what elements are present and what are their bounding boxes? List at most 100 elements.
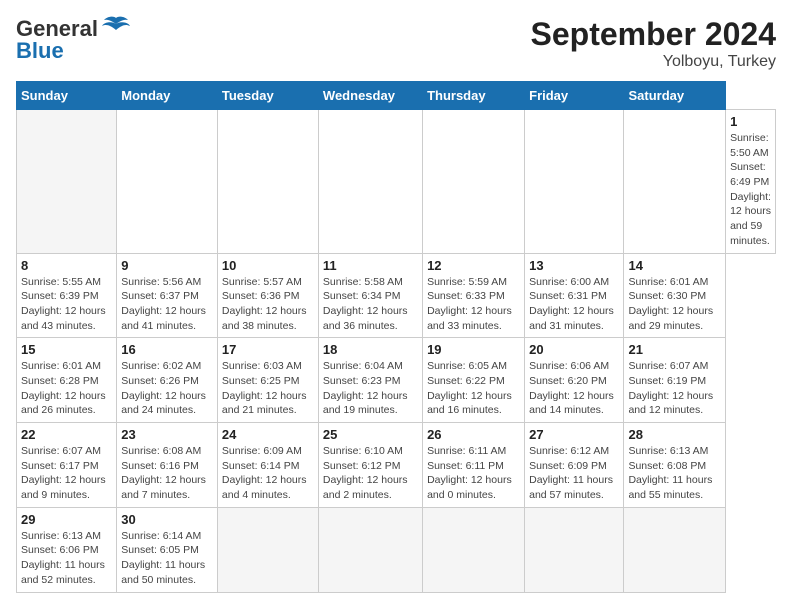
- location-title: Yolboyu, Turkey: [531, 53, 776, 71]
- day-number: 8: [21, 258, 112, 273]
- weekday-header: Saturday: [624, 82, 726, 110]
- day-info: Sunrise: 5:58 AMSunset: 6:34 PMDaylight:…: [323, 275, 418, 334]
- calendar-table: SundayMondayTuesdayWednesdayThursdayFrid…: [16, 81, 776, 593]
- calendar-day-cell: [624, 110, 726, 254]
- day-number: 25: [323, 427, 418, 442]
- empty-cell: [423, 507, 525, 592]
- day-number: 29: [21, 512, 112, 527]
- day-number: 22: [21, 427, 112, 442]
- day-info: Sunrise: 6:13 AMSunset: 6:06 PMDaylight:…: [21, 529, 112, 588]
- calendar-day-cell: 23 Sunrise: 6:08 AMSunset: 6:16 PMDayligh…: [117, 423, 218, 508]
- empty-cell: [525, 507, 624, 592]
- calendar-day-cell: 14 Sunrise: 6:01 AMSunset: 6:30 PMDayligh…: [624, 253, 726, 338]
- calendar-day-cell: 28 Sunrise: 6:13 AMSunset: 6:08 PMDayligh…: [624, 423, 726, 508]
- calendar-day-cell: 1 Sunrise: 5:50 AMSunset: 6:49 PMDaylight…: [726, 110, 776, 254]
- page-header: General Blue September 2024 Yolboyu, Tur…: [16, 16, 776, 71]
- calendar-day-cell: 15 Sunrise: 6:01 AMSunset: 6:28 PMDayligh…: [17, 338, 117, 423]
- day-info: Sunrise: 6:08 AMSunset: 6:16 PMDaylight:…: [121, 444, 213, 503]
- calendar-week-row: 15 Sunrise: 6:01 AMSunset: 6:28 PMDayligh…: [17, 338, 776, 423]
- day-info: Sunrise: 6:03 AMSunset: 6:25 PMDaylight:…: [222, 359, 314, 418]
- calendar-day-cell: 11 Sunrise: 5:58 AMSunset: 6:34 PMDayligh…: [318, 253, 422, 338]
- month-title: September 2024: [531, 16, 776, 53]
- empty-cell: [217, 507, 318, 592]
- day-info: Sunrise: 6:05 AMSunset: 6:22 PMDaylight:…: [427, 359, 520, 418]
- day-number: 24: [222, 427, 314, 442]
- day-info: Sunrise: 5:56 AMSunset: 6:37 PMDaylight:…: [121, 275, 213, 334]
- day-info: Sunrise: 5:57 AMSunset: 6:36 PMDaylight:…: [222, 275, 314, 334]
- day-info: Sunrise: 6:13 AMSunset: 6:08 PMDaylight:…: [628, 444, 721, 503]
- logo-bird-icon: [102, 16, 130, 34]
- calendar-day-cell: [217, 110, 318, 254]
- calendar-day-cell: 13 Sunrise: 6:00 AMSunset: 6:31 PMDayligh…: [525, 253, 624, 338]
- day-number: 1: [730, 114, 771, 129]
- logo: General Blue: [16, 16, 130, 64]
- empty-cell: [17, 110, 117, 254]
- calendar-day-cell: [318, 110, 422, 254]
- weekday-header: Monday: [117, 82, 218, 110]
- calendar-day-cell: 27 Sunrise: 6:12 AMSunset: 6:09 PMDayligh…: [525, 423, 624, 508]
- calendar-week-row: 1 Sunrise: 5:50 AMSunset: 6:49 PMDaylight…: [17, 110, 776, 254]
- day-info: Sunrise: 6:04 AMSunset: 6:23 PMDaylight:…: [323, 359, 418, 418]
- day-number: 17: [222, 342, 314, 357]
- calendar-day-cell: 10 Sunrise: 5:57 AMSunset: 6:36 PMDayligh…: [217, 253, 318, 338]
- logo-text: General Blue: [16, 16, 130, 64]
- calendar-day-cell: 8 Sunrise: 5:55 AMSunset: 6:39 PMDaylight…: [17, 253, 117, 338]
- day-info: Sunrise: 6:14 AMSunset: 6:05 PMDaylight:…: [121, 529, 213, 588]
- day-info: Sunrise: 6:07 AMSunset: 6:19 PMDaylight:…: [628, 359, 721, 418]
- calendar-day-cell: [423, 110, 525, 254]
- calendar-day-cell: 16 Sunrise: 6:02 AMSunset: 6:26 PMDayligh…: [117, 338, 218, 423]
- title-area: September 2024 Yolboyu, Turkey: [531, 16, 776, 71]
- day-info: Sunrise: 6:10 AMSunset: 6:12 PMDaylight:…: [323, 444, 418, 503]
- day-info: Sunrise: 6:06 AMSunset: 6:20 PMDaylight:…: [529, 359, 619, 418]
- day-number: 14: [628, 258, 721, 273]
- empty-cell: [624, 507, 726, 592]
- day-number: 18: [323, 342, 418, 357]
- calendar-day-cell: 20 Sunrise: 6:06 AMSunset: 6:20 PMDayligh…: [525, 338, 624, 423]
- calendar-day-cell: [117, 110, 218, 254]
- calendar-day-cell: 9 Sunrise: 5:56 AMSunset: 6:37 PMDaylight…: [117, 253, 218, 338]
- day-number: 27: [529, 427, 619, 442]
- weekday-header-row: SundayMondayTuesdayWednesdayThursdayFrid…: [17, 82, 776, 110]
- day-number: 12: [427, 258, 520, 273]
- calendar-week-row: 29 Sunrise: 6:13 AMSunset: 6:06 PMDayligh…: [17, 507, 776, 592]
- calendar-day-cell: 26 Sunrise: 6:11 AMSunset: 6:11 PMDayligh…: [423, 423, 525, 508]
- day-number: 9: [121, 258, 213, 273]
- weekday-header: Tuesday: [217, 82, 318, 110]
- calendar-day-cell: 18 Sunrise: 6:04 AMSunset: 6:23 PMDayligh…: [318, 338, 422, 423]
- calendar-day-cell: 22 Sunrise: 6:07 AMSunset: 6:17 PMDayligh…: [17, 423, 117, 508]
- day-info: Sunrise: 6:09 AMSunset: 6:14 PMDaylight:…: [222, 444, 314, 503]
- day-info: Sunrise: 6:01 AMSunset: 6:28 PMDaylight:…: [21, 359, 112, 418]
- calendar-day-cell: 21 Sunrise: 6:07 AMSunset: 6:19 PMDayligh…: [624, 338, 726, 423]
- day-number: 15: [21, 342, 112, 357]
- day-number: 16: [121, 342, 213, 357]
- weekday-header: Wednesday: [318, 82, 422, 110]
- day-info: Sunrise: 6:07 AMSunset: 6:17 PMDaylight:…: [21, 444, 112, 503]
- day-number: 19: [427, 342, 520, 357]
- day-info: Sunrise: 6:02 AMSunset: 6:26 PMDaylight:…: [121, 359, 213, 418]
- calendar-day-cell: 30Sunrise: 6:14 AMSunset: 6:05 PMDayligh…: [117, 507, 218, 592]
- day-info: Sunrise: 6:11 AMSunset: 6:11 PMDaylight:…: [427, 444, 520, 503]
- calendar-week-row: 8 Sunrise: 5:55 AMSunset: 6:39 PMDaylight…: [17, 253, 776, 338]
- weekday-header: Friday: [525, 82, 624, 110]
- day-number: 21: [628, 342, 721, 357]
- day-number: 13: [529, 258, 619, 273]
- day-number: 11: [323, 258, 418, 273]
- day-number: 20: [529, 342, 619, 357]
- calendar-day-cell: 29 Sunrise: 6:13 AMSunset: 6:06 PMDayligh…: [17, 507, 117, 592]
- day-info: Sunrise: 6:12 AMSunset: 6:09 PMDaylight:…: [529, 444, 619, 503]
- day-number: 28: [628, 427, 721, 442]
- calendar-day-cell: [525, 110, 624, 254]
- day-info: Sunrise: 6:01 AMSunset: 6:30 PMDaylight:…: [628, 275, 721, 334]
- day-info: Sunrise: 5:50 AMSunset: 6:49 PMDaylight:…: [730, 131, 771, 249]
- day-number: 26: [427, 427, 520, 442]
- day-info: Sunrise: 5:55 AMSunset: 6:39 PMDaylight:…: [21, 275, 112, 334]
- weekday-header: Thursday: [423, 82, 525, 110]
- empty-cell: [318, 507, 422, 592]
- calendar-day-cell: 24 Sunrise: 6:09 AMSunset: 6:14 PMDayligh…: [217, 423, 318, 508]
- day-number: 23: [121, 427, 213, 442]
- day-info: Sunrise: 6:00 AMSunset: 6:31 PMDaylight:…: [529, 275, 619, 334]
- calendar-day-cell: 17 Sunrise: 6:03 AMSunset: 6:25 PMDayligh…: [217, 338, 318, 423]
- day-number: 10: [222, 258, 314, 273]
- weekday-header: Sunday: [17, 82, 117, 110]
- day-info: Sunrise: 5:59 AMSunset: 6:33 PMDaylight:…: [427, 275, 520, 334]
